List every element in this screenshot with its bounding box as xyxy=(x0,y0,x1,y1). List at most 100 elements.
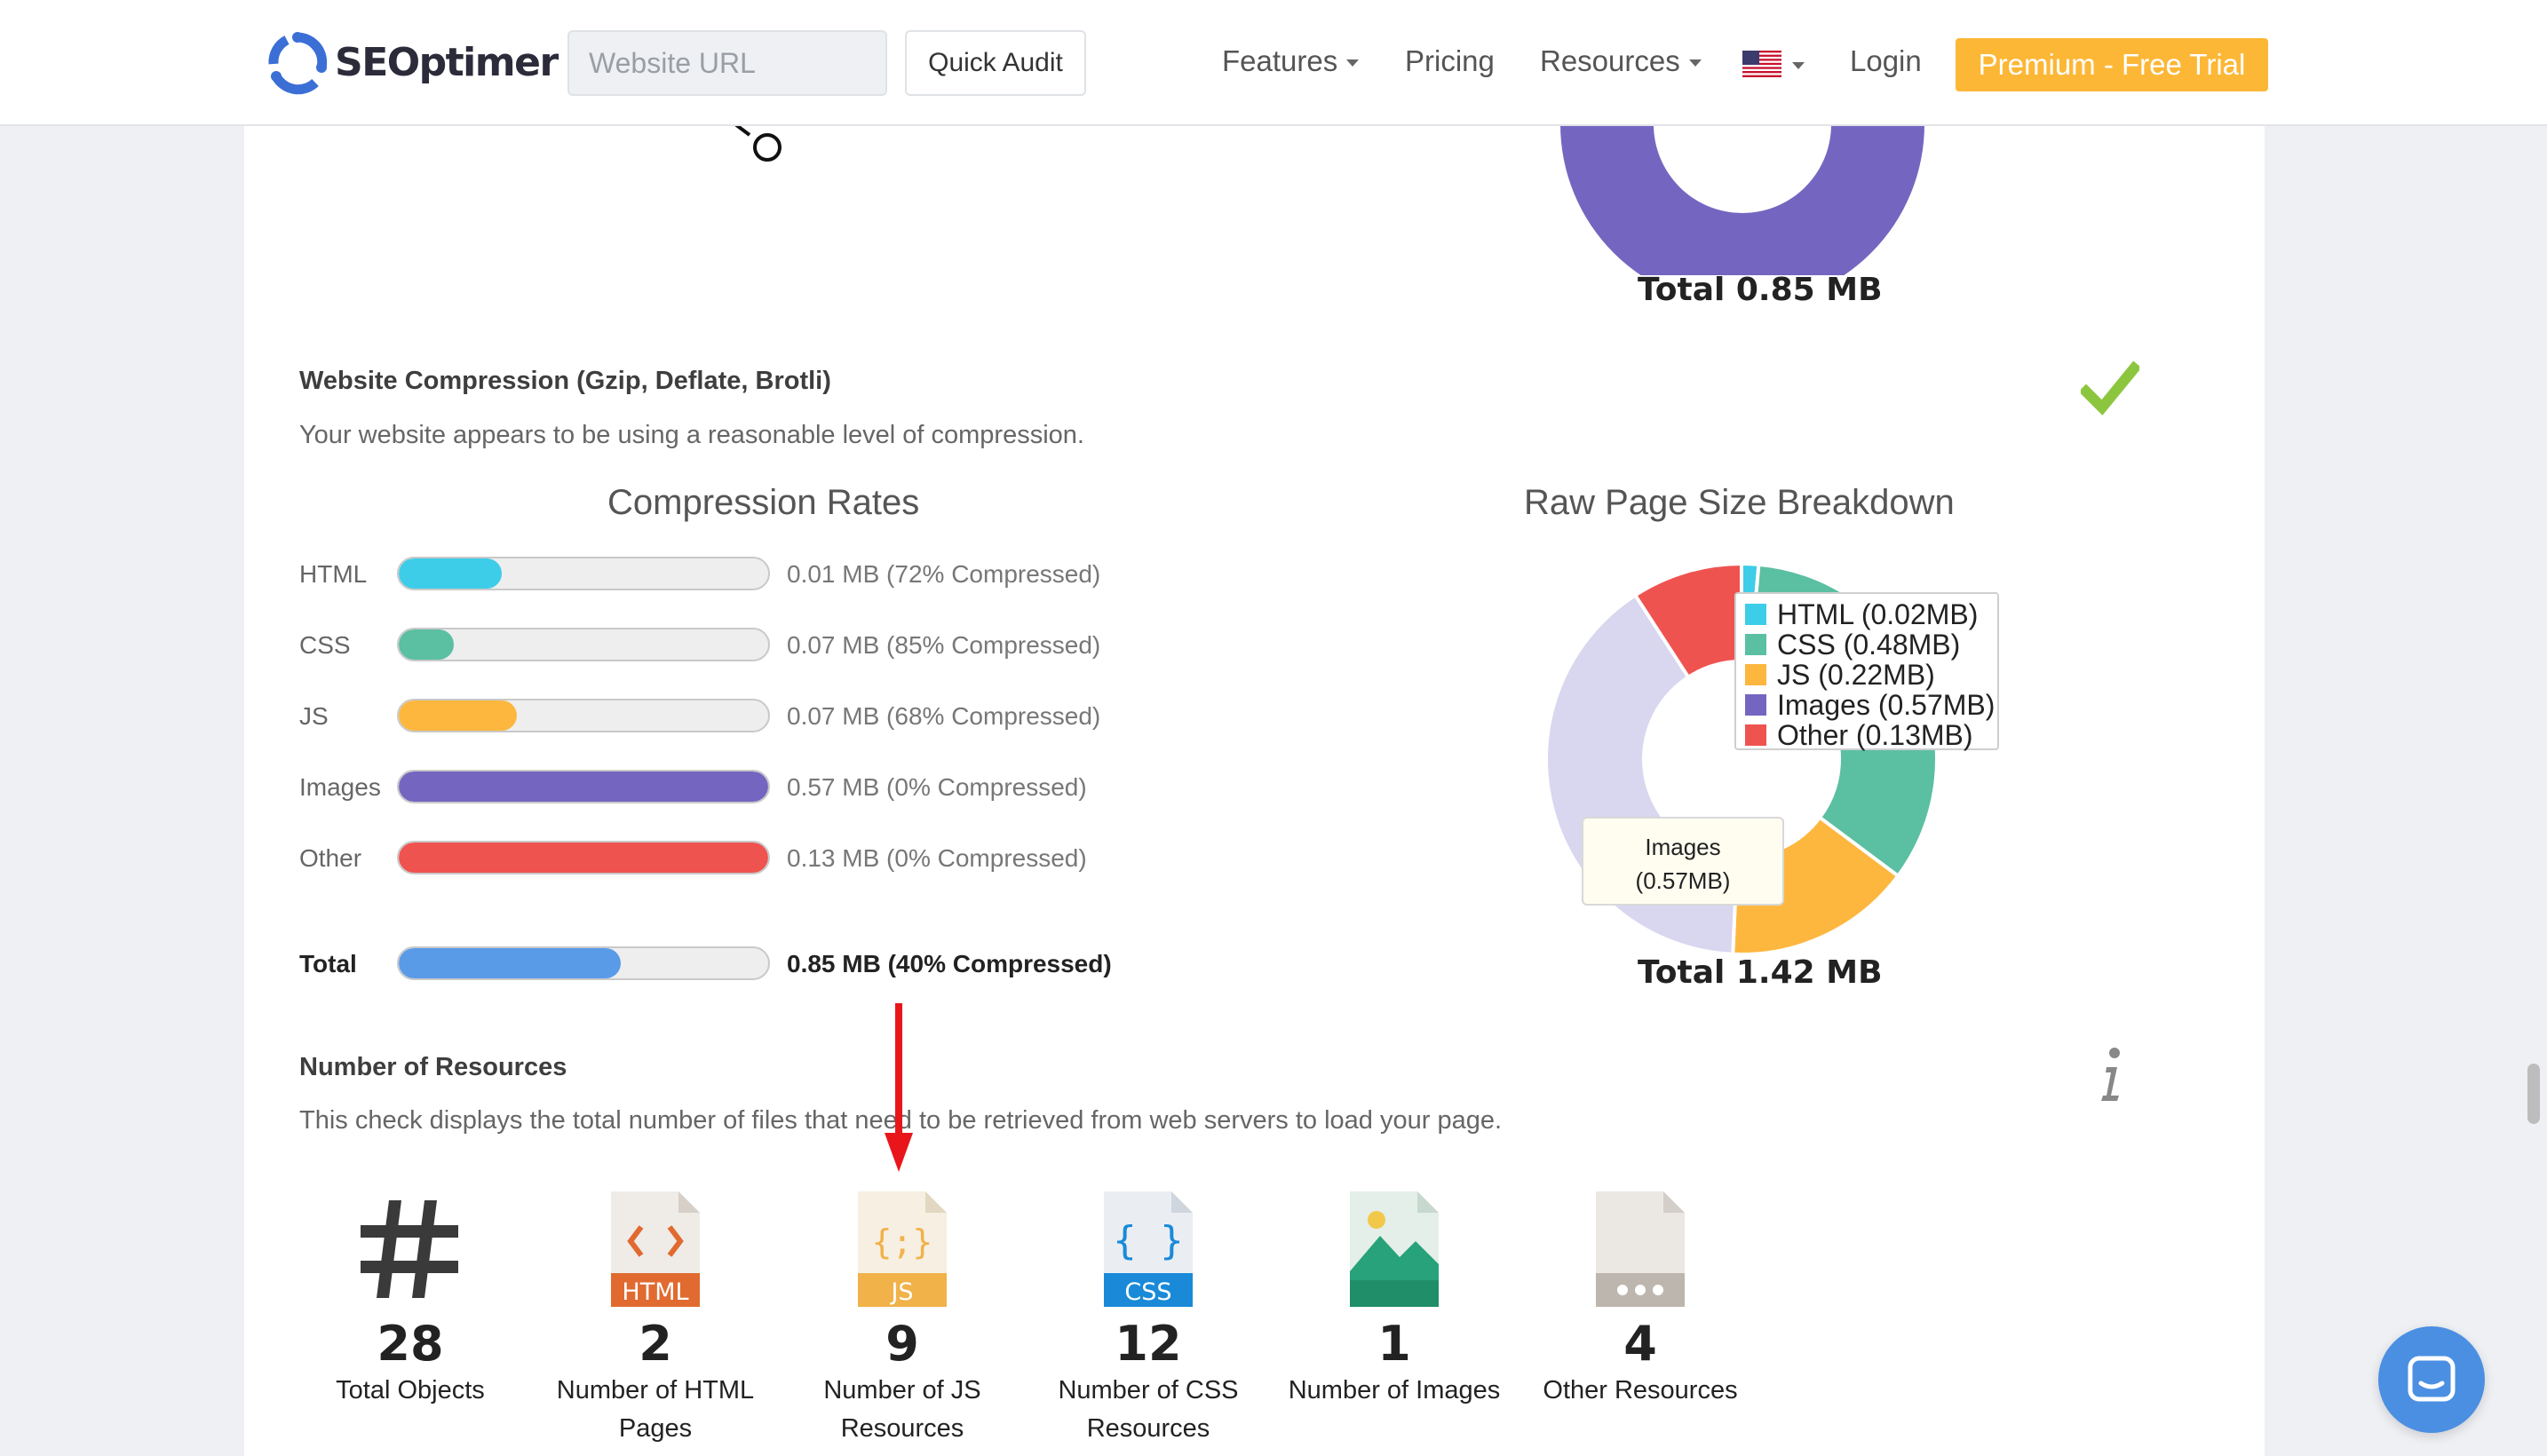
nav-resources-label: Resources xyxy=(1540,44,1680,77)
nav-resources[interactable]: Resources xyxy=(1540,44,1702,78)
resource-label: Number of JS xyxy=(823,1376,981,1405)
bar-fill-images xyxy=(399,772,768,802)
raw-breakdown-title: Raw Page Size Breakdown xyxy=(1524,483,1955,522)
checkmark-icon xyxy=(2081,360,2139,415)
hash-icon xyxy=(361,1200,458,1298)
cursor-icon xyxy=(734,124,782,162)
css-file-icon: { } CSS xyxy=(1104,1191,1193,1307)
bar-value-images: 0.57 MB (0% Compressed) xyxy=(787,773,1087,801)
legend-item-css: CSS (0.48MB) xyxy=(1745,628,1988,661)
tooltip-line-2: (0.57MB) xyxy=(1635,867,1731,894)
resource-label-line2: Pages xyxy=(618,1414,693,1443)
bar-track-js xyxy=(397,699,770,732)
bar-fill-css xyxy=(399,629,455,660)
bar-fill-js xyxy=(399,700,518,731)
legend-swatch xyxy=(1745,664,1766,685)
page-scrollbar-thumb[interactable] xyxy=(2527,1064,2540,1124)
resource-css-resources: 12 Number of CSS Resources xyxy=(1033,1316,1264,1449)
nav-pricing[interactable]: Pricing xyxy=(1405,44,1495,78)
resource-other: 4 Other Resources xyxy=(1525,1316,1756,1409)
nav-login[interactable]: Login xyxy=(1850,44,1922,78)
nav-features[interactable]: Features xyxy=(1222,44,1360,78)
bar-track-other xyxy=(397,841,770,874)
bar-label-css: CSS xyxy=(299,631,351,659)
bar-fill-html xyxy=(399,558,503,589)
bar-track-html xyxy=(397,557,770,590)
website-url-input[interactable] xyxy=(567,30,887,96)
page-size-donut xyxy=(1560,124,1924,275)
bar-label-images: Images xyxy=(299,773,381,801)
nav-features-label: Features xyxy=(1222,44,1338,77)
svg-text:{;}: {;} xyxy=(872,1223,933,1262)
resource-label: Number of CSS xyxy=(1058,1376,1239,1405)
bar-label-total: Total xyxy=(299,950,357,977)
language-chevron-down-icon[interactable] xyxy=(1792,62,1805,69)
legend-label: CSS (0.48MB) xyxy=(1777,628,1961,661)
legend-item-html: HTML (0.02MB) xyxy=(1745,597,1988,630)
bar-value-html: 0.01 MB (72% Compressed) xyxy=(787,560,1101,588)
resource-label-line2: Resources xyxy=(1086,1414,1210,1443)
resource-total-objects: 28 Total Objects xyxy=(295,1316,526,1409)
raw-breakdown-legend: HTML (0.02MB) CSS (0.48MB) JS (0.22MB) I… xyxy=(1734,592,1999,751)
legend-swatch xyxy=(1745,634,1766,655)
chat-launcher-button[interactable] xyxy=(2378,1326,2485,1433)
legend-label: Other (0.13MB) xyxy=(1777,718,1973,751)
legend-label: JS (0.22MB) xyxy=(1777,658,1935,691)
legend-swatch xyxy=(1745,724,1766,746)
resource-count: 1 xyxy=(1377,1316,1411,1372)
compression-rates-title: Compression Rates xyxy=(607,483,920,522)
html-file-icon: HTML xyxy=(611,1191,700,1307)
legend-item-js: JS (0.22MB) xyxy=(1745,658,1988,691)
seoptimer-logo[interactable]: SEOptimer xyxy=(262,25,559,99)
svg-text:{ }: { } xyxy=(1113,1218,1183,1263)
info-icon[interactable] xyxy=(2098,1046,2124,1103)
bar-value-total: 0.85 MB (40% Compressed) xyxy=(787,950,1112,977)
us-flag-icon[interactable] xyxy=(1742,51,1781,77)
image-file-icon xyxy=(1350,1191,1439,1307)
top-donut-total: Total 0.85 MB xyxy=(1638,272,1883,308)
bar-value-other: 0.13 MB (0% Compressed) xyxy=(787,844,1087,872)
premium-free-trial-button[interactable]: Premium - Free Trial xyxy=(1956,38,2268,91)
raw-donut-total: Total 1.42 MB xyxy=(1638,954,1883,991)
resource-count: 12 xyxy=(1115,1316,1182,1372)
legend-label: Images (0.57MB) xyxy=(1777,688,1996,721)
images-tooltip: Images (0.57MB) xyxy=(1582,817,1784,906)
resource-label: Other Resources xyxy=(1543,1376,1738,1405)
chevron-down-icon xyxy=(1346,59,1360,67)
resource-label: Number of HTML xyxy=(556,1376,755,1405)
resources-title: Number of Resources xyxy=(299,1053,567,1081)
bar-track-total xyxy=(397,946,770,980)
bar-fill-other xyxy=(399,843,768,873)
bar-value-js: 0.07 MB (68% Compressed) xyxy=(787,702,1101,730)
donut-slice-images xyxy=(1560,124,1924,275)
resource-count: 2 xyxy=(639,1316,672,1372)
legend-label: HTML (0.02MB) xyxy=(1777,597,1979,630)
resource-count: 9 xyxy=(885,1316,919,1372)
legend-item-images: Images (0.57MB) xyxy=(1745,689,1995,721)
chevron-down-icon xyxy=(1688,59,1702,67)
js-file-icon: {;} JS xyxy=(858,1191,947,1307)
bar-track-images xyxy=(397,770,770,803)
tooltip-line-1: Images xyxy=(1645,834,1721,860)
logo-gear-icon xyxy=(268,32,328,95)
other-file-icon xyxy=(1596,1191,1685,1307)
bar-label-js: JS xyxy=(299,702,329,730)
bar-label-html: HTML xyxy=(299,560,368,588)
bar-track-css xyxy=(397,628,770,661)
quick-audit-button[interactable]: Quick Audit xyxy=(905,30,1086,96)
compression-title: Website Compression (Gzip, Deflate, Brot… xyxy=(299,367,831,395)
css-badge-text: CSS xyxy=(1124,1278,1171,1306)
resource-count: 4 xyxy=(1623,1316,1657,1372)
logo-text: SEOptimer xyxy=(335,39,559,85)
resource-images: 1 Number of Images xyxy=(1279,1316,1510,1409)
resource-js-resources: 9 Number of JS Resources xyxy=(787,1316,1018,1449)
resource-label: Number of Images xyxy=(1288,1376,1501,1405)
js-badge-text: JS xyxy=(889,1278,913,1306)
top-header: SEOptimer Quick Audit Features Pricing R… xyxy=(0,0,2547,126)
resource-label: Total Objects xyxy=(336,1376,485,1405)
red-arrow-annotation xyxy=(885,1003,913,1172)
resource-html-pages: 2 Number of HTML Pages xyxy=(540,1316,771,1449)
legend-swatch xyxy=(1745,694,1766,716)
legend-item-other: Other (0.13MB) xyxy=(1745,718,1988,751)
legend-swatch xyxy=(1745,604,1766,625)
